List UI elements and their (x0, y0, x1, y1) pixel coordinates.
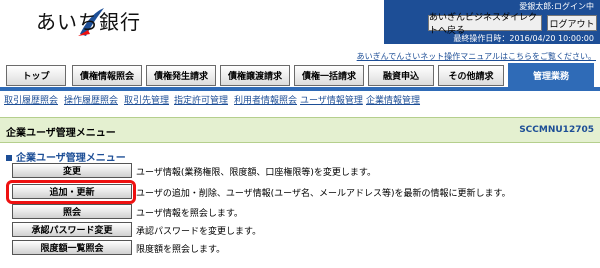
tab-loan[interactable]: 融資申込 (368, 65, 434, 86)
sublink-company-manage[interactable]: 企業情報管理 (366, 93, 420, 106)
bank-name: あいち銀行 (36, 10, 141, 34)
sublink-permission[interactable]: 指定許可管理 (174, 93, 228, 106)
limit-list-button[interactable]: 限度額一覧照会 (12, 240, 132, 255)
manual-link[interactable]: あいぎんでんさいネット操作マニュアルはこちらをご覧ください。 (357, 51, 596, 62)
sublink-operation-history[interactable]: 操作履歴照会 (64, 93, 118, 106)
logout-button[interactable]: ログアウト (547, 15, 597, 31)
tab-debt-transfer[interactable]: 債権譲渡請求 (220, 65, 290, 86)
tab-debt-inquiry[interactable]: 債権情報照会 (72, 65, 142, 86)
inquiry-button[interactable]: 照会 (12, 204, 132, 219)
tab-debt-issue[interactable]: 債権発生請求 (146, 65, 216, 86)
add-update-button[interactable]: 追加・更新 (12, 184, 132, 199)
sublink-user-manage[interactable]: ユーザ情報管理 (300, 93, 363, 106)
tab-debt-bulk[interactable]: 債権一括請求 (294, 65, 364, 86)
square-bullet-icon (6, 155, 12, 161)
tab-management[interactable]: 管理業務 (508, 63, 594, 88)
section-heading: 企業ユーザ管理メニュー (6, 149, 126, 164)
screen-id: SCCMNU12705 (519, 125, 594, 135)
last-operation-time: 最終操作日時：2016/04/20 10:00:00 (453, 34, 594, 43)
add-update-description: ユーザの追加・削除、ユーザ情報(ユーザ名、メールアドレス等)を最新の情報に更新し… (136, 189, 511, 199)
sublink-user-info[interactable]: 利用者情報照会 (234, 93, 297, 106)
limit-list-description: 限度額を照会します。 (136, 245, 226, 255)
change-button[interactable]: 変更 (12, 163, 132, 178)
inquiry-description: ユーザ情報を照会します。 (136, 209, 243, 219)
approval-password-button[interactable]: 承認パスワード変更 (12, 222, 132, 237)
tab-other[interactable]: その他請求 (438, 65, 504, 86)
change-description: ユーザ情報(業務権限、限度額、口座権限等)を変更します。 (136, 168, 376, 178)
sublink-counterparty[interactable]: 取引先管理 (124, 93, 169, 106)
tab-top[interactable]: トップ (6, 65, 66, 86)
business-direct-button[interactable]: あいぎんビジネスダイレクトへ戻る (428, 13, 542, 36)
page-title: 企業ユーザ管理メニュー (6, 128, 116, 139)
approval-password-description: 承認パスワードを変更します。 (136, 227, 262, 237)
sublink-transaction-history[interactable]: 取引履歴照会 (4, 93, 58, 106)
